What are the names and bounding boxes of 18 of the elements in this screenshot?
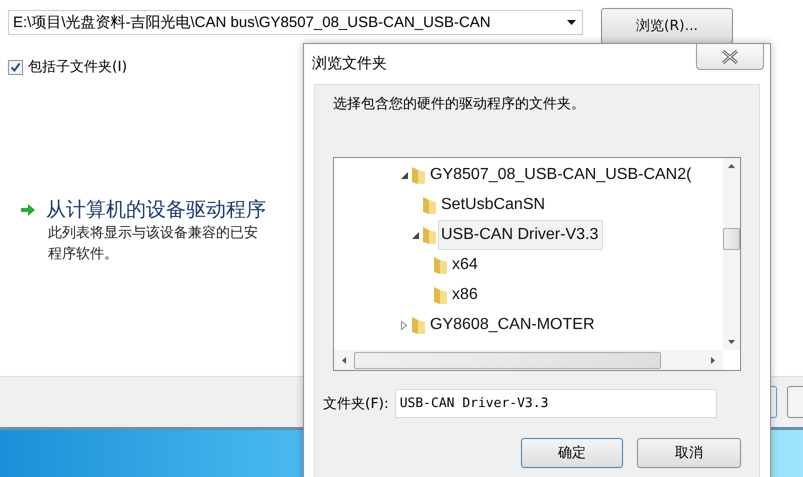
option-title[interactable]: 从计算机的设备驱动程序 xyxy=(46,196,266,223)
browse-button[interactable]: 浏览(R)... xyxy=(601,8,733,44)
dialog-prompt: 选择包含您的硬件的驱动程序的文件夹。 xyxy=(333,95,586,113)
option-description: 程序软件。 xyxy=(48,245,118,264)
folder-tree-item[interactable]: x86 xyxy=(449,280,483,310)
path-combo-box[interactable]: E:\项目\光盘资料-吉阳光电\CAN bus\GY8507_08_USB-CAN_USB-CAN xyxy=(8,10,583,35)
dialog-title: 浏览文件夹 xyxy=(312,54,387,73)
folder-tree-item[interactable]: SetUsbCanSN xyxy=(438,190,550,220)
folder-tree-item[interactable]: GY8507_08_USB-CAN_USB-CAN2( xyxy=(427,160,696,190)
folder-label: 文件夹(F): xyxy=(323,394,389,412)
folder-tree-item[interactable]: GY8608_CAN-MOTER xyxy=(427,310,600,340)
option-description: 此列表将显示与该设备兼容的已安 xyxy=(48,224,258,243)
folder-tree-item[interactable]: USB-CAN Driver-V3.3 xyxy=(438,220,604,250)
ok-button[interactable]: 确定 xyxy=(521,438,623,468)
folder-input-field[interactable]: USB-CAN Driver-V3.3 xyxy=(394,389,717,418)
checkbox-label: 包括子文件夹(I) xyxy=(28,58,128,76)
cancel-button[interactable]: 取消 xyxy=(637,438,741,468)
folder-tree-item[interactable]: x64 xyxy=(449,250,483,280)
